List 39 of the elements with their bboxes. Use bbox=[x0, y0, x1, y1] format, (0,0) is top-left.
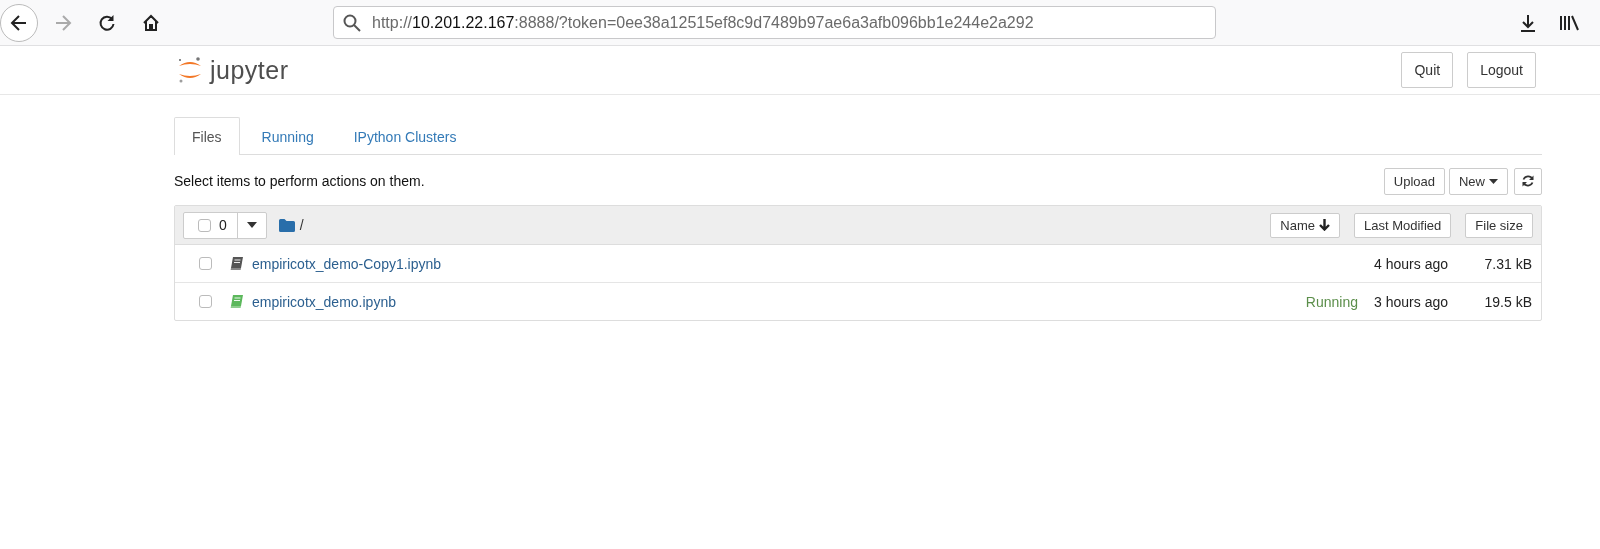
new-dropdown-button[interactable]: New bbox=[1449, 167, 1508, 195]
file-size-text: 7.31 kB bbox=[1483, 255, 1532, 272]
download-icon[interactable] bbox=[1518, 12, 1538, 33]
back-arrow-icon bbox=[9, 12, 29, 33]
search-icon bbox=[342, 12, 362, 33]
tab[interactable]: Files bbox=[174, 117, 240, 155]
file-size-text: 19.5 kB bbox=[1483, 293, 1532, 310]
logo-text: jupyter bbox=[210, 55, 289, 85]
caret-icon bbox=[1489, 178, 1498, 184]
quit-button[interactable]: Quit bbox=[1401, 52, 1454, 88]
logout-button[interactable]: Logout bbox=[1467, 52, 1536, 88]
file-link[interactable]: empiricotx_demo.ipynb bbox=[252, 293, 396, 310]
upload-button[interactable]: Upload bbox=[1383, 167, 1445, 195]
selected-count: 0 bbox=[219, 217, 227, 233]
instructions-text: Select items to perform actions on them. bbox=[174, 173, 425, 189]
address-bar[interactable]: http://10.201.22.167:8888/?token=0ee38a12515ef8c9d7489b97ae6a3afb096bb1e244e2a292 bbox=[333, 6, 1216, 39]
refresh-icon bbox=[1521, 174, 1535, 188]
forward-arrow-icon bbox=[53, 12, 73, 33]
sort-by-size-button[interactable]: File size bbox=[1465, 212, 1533, 238]
modified-text: 3 hours ago bbox=[1373, 293, 1448, 310]
row-checkbox[interactable] bbox=[199, 257, 212, 270]
down-arrow-icon bbox=[1319, 219, 1330, 231]
reload-icon bbox=[97, 12, 117, 33]
sort-by-modified-button[interactable]: Last Modified bbox=[1354, 212, 1452, 238]
select-all-checkbox[interactable] bbox=[198, 218, 211, 232]
modified-text: 4 hours ago bbox=[1373, 255, 1448, 272]
file-link[interactable]: empiricotx_demo-Copy1.ipynb bbox=[252, 255, 442, 272]
caret-icon bbox=[246, 222, 257, 228]
refresh-button[interactable] bbox=[1514, 167, 1542, 195]
row-checkbox[interactable] bbox=[199, 295, 212, 308]
home-icon bbox=[141, 12, 161, 33]
tab[interactable]: Running bbox=[243, 118, 332, 155]
back-button[interactable] bbox=[0, 3, 38, 42]
breadcrumb-link[interactable]: / bbox=[299, 217, 304, 233]
tab[interactable]: IPython Clusters bbox=[335, 118, 475, 155]
sort-by-name-button[interactable]: Name bbox=[1270, 212, 1340, 238]
folder-icon[interactable] bbox=[278, 218, 295, 232]
url-text: http://10.201.22.167:8888/?token=0ee38a12515ef8c9d7489b97ae6a3afb096bb1e244e2a292 bbox=[372, 13, 1034, 32]
status-text: Running bbox=[1305, 293, 1358, 310]
